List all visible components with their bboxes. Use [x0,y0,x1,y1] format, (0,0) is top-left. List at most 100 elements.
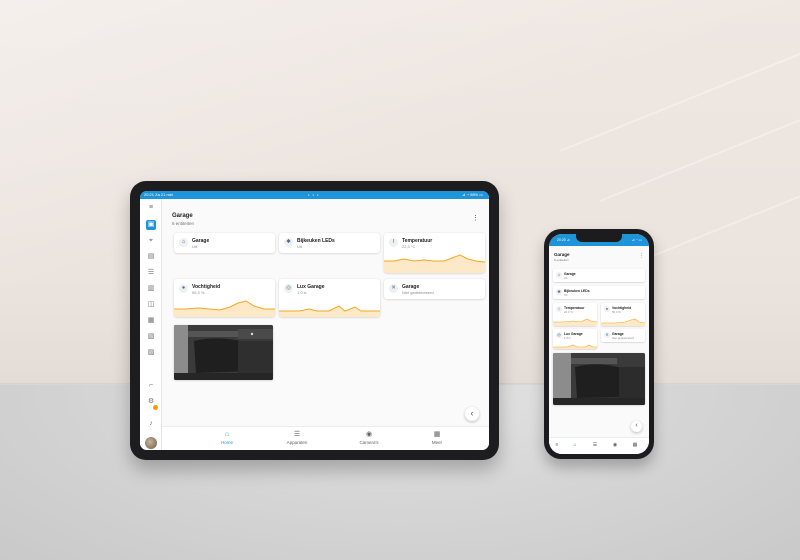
tile-lux-garage[interactable]: ◎ Lux Garage 1,0 lx [553,329,597,349]
page-subtitle: 6 entiteiten [172,221,195,226]
tile-garage-switch[interactable]: ⌂ Garage Uit [174,233,275,253]
tile-vochtigheid[interactable]: ● Vochtigheid 55,3 % [601,303,645,326]
camera-image [553,353,645,405]
sidebar-item-logbook[interactable]: ☰ [146,268,156,278]
phone-notch [576,234,622,242]
water-drop-icon: ● [604,306,610,312]
bulb-icon: ✱ [556,289,562,295]
camera-feed[interactable] [553,353,645,405]
sidebar-item-media[interactable]: ◫ [146,300,156,310]
tablet-screen: 20:21 Za 21 mei • • • ⊿ ◔ 98% ▭ ≡ ▣ ⌖ ▤ … [140,191,489,450]
tile-state: Niet gedetecteerd [402,290,434,295]
motion-off-icon: ✕ [389,284,398,293]
status-time: 20:21 Za 21 mei [144,192,173,197]
sidebar-item-map[interactable]: ⌖ [146,236,156,246]
tab-home[interactable]: ⌂ [569,442,581,448]
bottom-tab-bar: ≡ ⌂ ☰ ◉ ▦ [549,437,649,454]
sidebar-item-history[interactable]: ▥ [146,284,156,294]
notifications-icon[interactable]: ♪ [146,419,156,429]
sidebar-item-energy[interactable]: ▤ [146,252,156,262]
tile-garage-motion[interactable]: ✕ Garage Niet gedetecteerd [601,329,645,342]
back-button[interactable]: ‹ [631,421,642,432]
camera-feed[interactable] [174,325,273,380]
lux-icon: ◎ [556,332,562,338]
menu-icon[interactable]: ≡ [146,203,156,213]
tile-name: Bijkeuken LEDs [564,289,590,293]
humidity-history-graph [174,300,275,317]
tile-state: 1,0 lx [297,290,307,295]
sidebar-item-todo[interactable]: ▨ [146,348,156,358]
tile-vochtigheid[interactable]: ● Vochtigheid 55,3 % [174,279,275,317]
sidebar-item-overview[interactable]: ▣ [146,220,156,230]
sidebar-item-calendar[interactable]: ▧ [146,332,156,342]
avatar[interactable] [145,437,157,449]
tab-meer[interactable]: ▦ Meer [407,430,467,445]
tab-apparaten[interactable]: ☰ [589,442,601,448]
tile-state: Uit [192,244,197,249]
more-options-icon[interactable]: ⋮ [639,253,644,259]
camera-image [174,325,273,380]
status-time: 20:20 ⊿ [557,238,570,242]
page-title: Garage [554,252,570,257]
tile-state: 55,3 % [192,290,205,295]
home-icon: ⌂ [224,431,230,438]
bulb-icon: ✱ [284,238,293,247]
tab-cameras[interactable]: ◉ Camera's [339,430,399,445]
tile-state: Uit [564,276,568,280]
bottom-tab-bar: ⌂ Home ☰ Apparaten ◉ Camera's ▦ Meer [162,426,489,450]
tab-label: Meer [431,440,443,445]
sidebar-item-devices[interactable]: ▦ [146,316,156,326]
tile-state: 1,0 lx [564,336,571,340]
thermometer-icon: ǀ [389,238,398,247]
tile-state: 55,3 % [612,310,621,314]
tile-garage-motion[interactable]: ✕ Garage Niet gedetecteerd [384,279,485,299]
status-indicators: ⊿ ◔ ▭ [631,238,642,242]
tile-lux-garage[interactable]: ◎ Lux Garage 1,0 lx [279,279,380,317]
more-options-icon[interactable]: ⋮ [472,215,479,222]
tab-apparaten[interactable]: ☰ Apparaten [267,430,327,445]
sidebar: ≡ ▣ ⌖ ▤ ☰ ▥ ◫ ▦ ▧ ▨ ⌐ ⚙ ♪ [140,199,162,450]
tab-meer[interactable]: ▦ [629,442,641,448]
tile-garage-switch[interactable]: ⌂ Garage Uit [553,269,645,282]
back-button[interactable]: ‹ [465,407,479,421]
tile-state: 22,3 °C [564,310,574,314]
lux-history-graph [279,305,380,317]
page-subtitle: 6 entiteiten [554,258,569,262]
notification-badge [153,405,158,410]
thermometer-icon: ǀ [556,306,562,312]
tile-name: Bijkeuken LEDs [297,238,335,244]
water-drop-icon: ● [179,284,188,293]
tablet-device: 20:21 Za 21 mei • • • ⊿ ◔ 98% ▭ ≡ ▣ ⌖ ▤ … [130,181,499,460]
tab-cameras[interactable]: ◉ [609,442,621,448]
tile-temperatuur[interactable]: ǀ Temperatuur 22,3 °C [384,233,485,273]
humidity-history-graph [601,318,645,326]
tab-home[interactable]: ⌂ Home [197,430,257,445]
tile-bijkeuken-leds[interactable]: ✱ Bijkeuken LEDs Uit [553,286,645,299]
tile-bijkeuken-leds[interactable]: ✱ Bijkeuken LEDs Uit [279,233,380,253]
tab-label: Camera's [359,440,379,445]
page-header: Garage 6 entiteiten [172,213,194,226]
motion-off-icon: ✕ [604,332,610,338]
dashboard-main: Garage 6 entiteiten ⋮ ⌂ Garage Uit ✱ Bij… [162,199,489,450]
tile-state: 22,3 °C [402,244,416,249]
camera-icon: ◉ [365,431,373,438]
tab-label: Home [220,440,233,445]
phone-device: 20:20 ⊿ ⊿ ◔ ▭ Garage 6 entiteiten ⋮ ⌂ Ga… [544,229,654,459]
tile-state: Niet gedetecteerd [612,336,635,340]
tile-state: Uit [297,244,302,249]
status-indicators: ⊿ ◔ 98% ▭ [462,192,483,197]
page-title: Garage [172,213,193,219]
status-dots: • • • [308,192,320,197]
garage-icon: ⌂ [179,238,188,247]
developer-tools-icon[interactable]: ⌐ [146,381,156,391]
menu-icon[interactable]: ≡ [551,442,563,448]
devices-icon: ☰ [293,431,301,438]
phone-screen: 20:20 ⊿ ⊿ ◔ ▭ Garage 6 entiteiten ⋮ ⌂ Ga… [549,234,649,454]
tile-temperatuur[interactable]: ǀ Temperatuur 22,3 °C [553,303,597,326]
lux-history-graph [553,344,597,349]
tab-label: Apparaten [286,440,308,445]
temperature-history-graph [384,254,485,273]
tablet-status-bar: 20:21 Za 21 mei • • • ⊿ ◔ 98% ▭ [140,191,489,199]
garage-icon: ⌂ [556,272,562,278]
temperature-history-graph [553,318,597,326]
